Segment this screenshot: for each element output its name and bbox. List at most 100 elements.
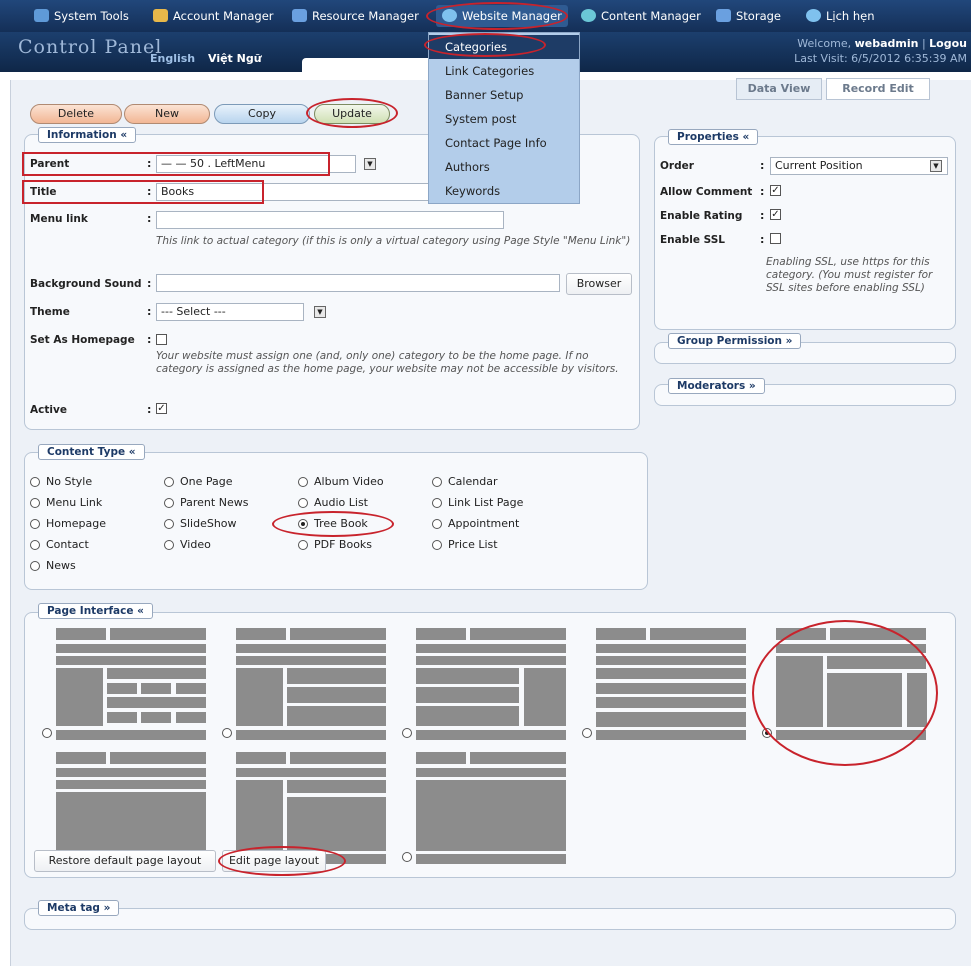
page-layout-thumbnail[interactable]: [416, 752, 566, 864]
content-type-radio[interactable]: [432, 477, 442, 487]
content-type-label[interactable]: Audio List: [314, 496, 368, 509]
page-layout-thumbnail[interactable]: [596, 628, 746, 740]
content-type-radio[interactable]: [30, 519, 40, 529]
content-type-radio[interactable]: [298, 477, 308, 487]
content-type-label[interactable]: Calendar: [448, 475, 497, 488]
order-select[interactable]: Current Position: [770, 157, 948, 175]
layout-block: [290, 752, 386, 764]
content-type-legend[interactable]: Content Type «: [38, 444, 145, 460]
page-layout-thumbnail[interactable]: [416, 628, 566, 740]
group-permission-legend[interactable]: Group Permission »: [668, 333, 802, 349]
nav-storage[interactable]: Storage: [716, 0, 781, 32]
content-type-label[interactable]: Contact: [46, 538, 89, 551]
content-type-radio[interactable]: [298, 519, 308, 529]
content-type-radio[interactable]: [298, 498, 308, 508]
page-interface-legend[interactable]: Page Interface «: [38, 603, 153, 619]
content-type-label[interactable]: Homepage: [46, 517, 106, 530]
menu-link-input[interactable]: [156, 211, 504, 229]
layout-radio[interactable]: [42, 728, 52, 738]
colon: :: [147, 277, 152, 290]
content-type-label[interactable]: No Style: [46, 475, 92, 488]
layout-radio[interactable]: [402, 728, 412, 738]
content-type-label[interactable]: Menu Link: [46, 496, 102, 509]
parent-select[interactable]: — — 50 . LeftMenu: [156, 155, 356, 173]
restore-layout-button[interactable]: Restore default page layout: [34, 850, 216, 872]
copy-button[interactable]: Copy: [214, 104, 310, 124]
content-type-radio[interactable]: [30, 498, 40, 508]
theme-select[interactable]: --- Select ---: [156, 303, 304, 321]
content-type-label[interactable]: Link List Page: [448, 496, 523, 509]
content-type-radio[interactable]: [30, 540, 40, 550]
menu-item-contact-page-info[interactable]: Contact Page Info: [429, 131, 579, 155]
enable-rating-checkbox[interactable]: ✓: [770, 209, 781, 220]
content-type-label[interactable]: Album Video: [314, 475, 384, 488]
menu-item-banner-setup[interactable]: Banner Setup: [429, 83, 579, 107]
information-legend[interactable]: Information «: [38, 127, 137, 143]
layout-block: [107, 668, 206, 679]
nav-content-manager[interactable]: Content Manager: [581, 0, 701, 32]
chevron-down-icon[interactable]: ▼: [364, 158, 376, 170]
page-layout-thumbnail[interactable]: [56, 752, 206, 864]
tab-record-edit[interactable]: Record Edit: [826, 78, 930, 100]
menu-item-keywords[interactable]: Keywords: [429, 179, 579, 203]
content-type-radio[interactable]: [298, 540, 308, 550]
layout-block: [416, 656, 566, 665]
nav-resource-manager[interactable]: Resource Manager: [292, 0, 419, 32]
page-layout-thumbnail[interactable]: [56, 628, 206, 740]
layout-radio[interactable]: [402, 852, 412, 862]
lang-vietnamese[interactable]: Việt Ngữ: [208, 52, 262, 65]
chevron-down-icon[interactable]: ▼: [930, 160, 942, 172]
edit-layout-button[interactable]: Edit page layout: [222, 850, 326, 872]
content-type-label[interactable]: SlideShow: [180, 517, 237, 530]
homepage-checkbox[interactable]: [156, 334, 167, 345]
layout-radio[interactable]: [582, 728, 592, 738]
content-type-label[interactable]: PDF Books: [314, 538, 372, 551]
content-type-radio[interactable]: [432, 540, 442, 550]
chevron-down-icon[interactable]: ▼: [314, 306, 326, 318]
nav-account-manager[interactable]: Account Manager: [153, 0, 274, 32]
content-type-label[interactable]: Parent News: [180, 496, 248, 509]
moderators-legend[interactable]: Moderators »: [668, 378, 765, 394]
menu-item-categories[interactable]: Categories: [429, 35, 579, 59]
menu-item-link-categories[interactable]: Link Categories: [429, 59, 579, 83]
bg-sound-label: Background Sound: [30, 278, 142, 290]
content-type-radio[interactable]: [164, 498, 174, 508]
page-layout-thumbnail[interactable]: [236, 752, 386, 864]
nav-lich-hen[interactable]: Lịch hẹn: [806, 0, 875, 32]
browser-button[interactable]: Browser: [566, 273, 632, 295]
meta-tag-legend[interactable]: Meta tag »: [38, 900, 120, 916]
page-layout-thumbnail[interactable]: [236, 628, 386, 740]
enable-ssl-checkbox[interactable]: [770, 233, 781, 244]
content-type-radio[interactable]: [164, 540, 174, 550]
new-button[interactable]: New: [124, 104, 210, 124]
content-type-label[interactable]: Appointment: [448, 517, 519, 530]
properties-legend[interactable]: Properties «: [668, 129, 759, 145]
menu-item-authors[interactable]: Authors: [429, 155, 579, 179]
content-type-radio[interactable]: [432, 519, 442, 529]
content-type-label[interactable]: One Page: [180, 475, 233, 488]
update-button[interactable]: Update: [314, 104, 390, 124]
nav-website-manager[interactable]: Website Manager: [436, 5, 568, 27]
content-type-radio[interactable]: [164, 477, 174, 487]
logout-link[interactable]: Logou: [929, 37, 967, 50]
delete-button[interactable]: Delete: [30, 104, 122, 124]
allow-comment-checkbox[interactable]: ✓: [770, 185, 781, 196]
content-type-radio[interactable]: [164, 519, 174, 529]
layout-radio[interactable]: [762, 728, 772, 738]
layout-radio[interactable]: [222, 728, 232, 738]
lang-english[interactable]: English: [150, 52, 195, 65]
active-checkbox[interactable]: ✓: [156, 403, 167, 414]
content-type-label[interactable]: Price List: [448, 538, 498, 551]
content-type-radio[interactable]: [432, 498, 442, 508]
menu-item-system-post[interactable]: System post: [429, 107, 579, 131]
content-type-radio[interactable]: [30, 561, 40, 571]
title-input[interactable]: Books: [156, 183, 432, 201]
tab-data-view[interactable]: Data View: [736, 78, 822, 100]
content-type-label[interactable]: Video: [180, 538, 211, 551]
content-type-label[interactable]: News: [46, 559, 76, 572]
content-type-radio[interactable]: [30, 477, 40, 487]
nav-system-tools[interactable]: System Tools: [34, 0, 129, 32]
content-type-label[interactable]: Tree Book: [314, 517, 368, 530]
bg-sound-input[interactable]: [156, 274, 560, 292]
page-layout-thumbnail[interactable]: [776, 628, 927, 740]
